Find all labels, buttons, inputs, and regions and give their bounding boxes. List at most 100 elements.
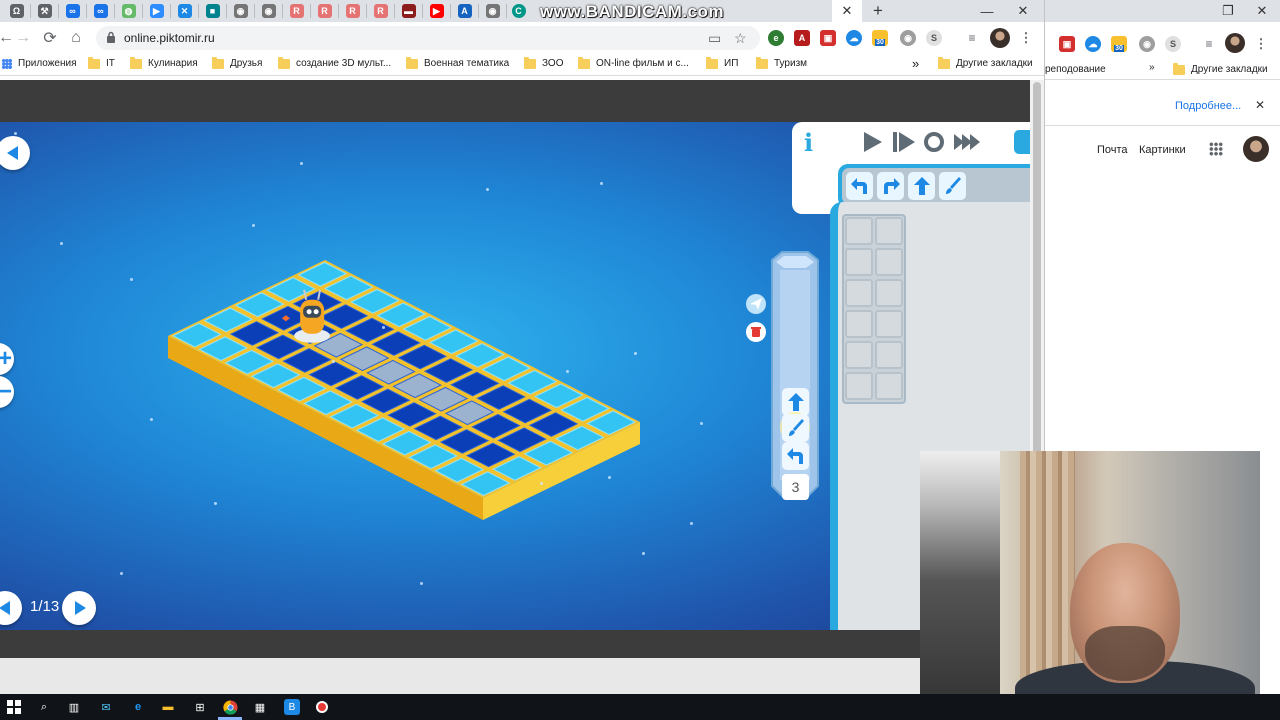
edge-icon[interactable]: e (130, 699, 146, 715)
new-tab-button[interactable]: + (868, 0, 888, 22)
program-slot[interactable] (845, 279, 873, 307)
browser-tab[interactable]: ▶ (424, 0, 449, 22)
program-slot[interactable] (875, 372, 903, 400)
b-app-icon[interactable]: B (284, 699, 300, 715)
cast-icon[interactable]: ▭ (708, 30, 721, 47)
pdf-icon[interactable]: A (794, 30, 810, 46)
loop-command-paint[interactable] (782, 414, 809, 442)
browser-tab[interactable]: ▶ (144, 0, 169, 22)
task-view-icon[interactable]: ▥ (66, 699, 82, 715)
browser-tab[interactable]: R (312, 0, 337, 22)
bookmark-star-icon[interactable]: ☆ (734, 30, 747, 47)
apps-grid-icon[interactable] (1209, 142, 1223, 156)
chrome-icon[interactable] (222, 699, 238, 715)
avatar[interactable] (1225, 33, 1245, 53)
restore-icon[interactable]: ❐ (1211, 0, 1245, 22)
program-slot[interactable] (875, 217, 903, 245)
browser-tab[interactable]: Ω (4, 0, 29, 22)
menu-kebab-icon[interactable]: ⋮ (1018, 30, 1034, 46)
record-icon[interactable] (314, 699, 330, 715)
bookmarks-more-icon[interactable]: » (912, 56, 919, 71)
send-icon[interactable] (746, 294, 766, 314)
home-icon[interactable]: ⌂ (66, 28, 86, 48)
program-slot[interactable] (875, 310, 903, 338)
store-icon[interactable]: ⊞ (192, 699, 208, 715)
bookmarks-more-icon[interactable]: » (1149, 62, 1155, 73)
globe-ext-icon[interactable]: ◉ (1139, 36, 1155, 52)
skype-icon[interactable]: S (1165, 36, 1181, 52)
media-icon[interactable]: ≡ (964, 30, 980, 46)
calculator-icon[interactable]: ▦ (252, 699, 268, 715)
globe-ext-icon[interactable]: ◉ (900, 30, 916, 46)
media-icon[interactable]: ≡ (1201, 36, 1217, 52)
program-slot[interactable] (845, 217, 873, 245)
bookmark-item[interactable]: Кулинария (130, 56, 198, 69)
mail-icon[interactable]: ✉ (98, 699, 114, 715)
turn-right-command[interactable] (877, 172, 904, 200)
run-button[interactable] (858, 130, 886, 154)
browser-tab[interactable]: ⚒ (32, 0, 57, 22)
cloud-icon[interactable]: ☁ (1085, 36, 1101, 52)
program-slot[interactable] (845, 372, 873, 400)
next-level-button[interactable] (62, 591, 96, 625)
loop-command-turn-left[interactable] (782, 442, 809, 470)
browser-tab[interactable]: ▬ (396, 0, 421, 22)
calendar-ext-icon[interactable]: 30 (1111, 36, 1127, 52)
program-slot[interactable] (845, 248, 873, 276)
step-button[interactable] (890, 130, 918, 154)
zoom-out-button[interactable]: − (0, 376, 14, 408)
calendar-ext-icon[interactable]: 30 (872, 30, 888, 46)
browser-tab[interactable]: ◉ (228, 0, 253, 22)
menu-kebab-icon[interactable]: ⋮ (1253, 36, 1269, 52)
banner-close-icon[interactable]: ✕ (1255, 98, 1265, 112)
browser-tab[interactable]: ◍ (116, 0, 141, 22)
program-slot[interactable] (875, 341, 903, 369)
bookmark-item[interactable]: создание 3D мульт... (278, 56, 391, 69)
browser-tab[interactable]: R (368, 0, 393, 22)
stop-button[interactable] (920, 130, 948, 154)
extension-red-icon[interactable]: ▣ (1059, 36, 1075, 52)
tab-close-icon[interactable]: ✕ (842, 3, 853, 19)
more-info-link[interactable]: Подробнее... (1175, 100, 1241, 112)
cloud-icon[interactable]: ☁ (846, 30, 862, 46)
forward-icon[interactable]: → (13, 28, 33, 48)
search-icon[interactable]: ⌕ (36, 699, 52, 715)
bookmark-item[interactable]: Военная тематика (406, 56, 509, 69)
minimize-icon[interactable]: — (970, 0, 1004, 22)
move-forward-command[interactable] (908, 172, 935, 200)
fast-forward-button[interactable] (952, 130, 980, 154)
evernote-icon[interactable]: e (768, 30, 784, 46)
browser-tab[interactable]: R (340, 0, 365, 22)
settings-tab-icon[interactable] (1014, 130, 1030, 154)
bookmark-item[interactable]: ИП (706, 56, 738, 69)
bookmark-item[interactable]: IT (88, 56, 115, 69)
close-window-icon[interactable]: ✕ (1006, 0, 1040, 22)
program-slot[interactable] (845, 341, 873, 369)
turn-left-command[interactable] (846, 172, 873, 200)
info-icon[interactable]: i (804, 128, 813, 157)
reload-icon[interactable]: ⟳ (40, 28, 60, 48)
windows-start-icon[interactable] (6, 699, 22, 715)
address-bar[interactable]: online.piktomir.ru ▭ ☆ (96, 26, 760, 50)
delete-icon[interactable] (746, 322, 766, 342)
browser-tab[interactable]: ◉ (480, 0, 505, 22)
skype-icon[interactable]: S (926, 30, 942, 46)
browser-tab[interactable]: C (506, 0, 531, 22)
extension-red-icon[interactable]: ▣ (820, 30, 836, 46)
bookmark-partial[interactable]: реподование (1045, 64, 1106, 75)
close-window-icon[interactable]: ✕ (1245, 0, 1279, 22)
browser-tab[interactable]: ◉ (256, 0, 281, 22)
other-bookmarks[interactable]: Другие закладки (938, 56, 1033, 69)
avatar[interactable] (1243, 136, 1269, 162)
program-slot[interactable] (845, 310, 873, 338)
browser-tab[interactable]: ✕ (172, 0, 197, 22)
browser-tab[interactable]: ∞ (60, 0, 85, 22)
program-slot[interactable] (875, 248, 903, 276)
other-bookmarks[interactable]: Другие закладки (1173, 62, 1268, 75)
bookmark-item[interactable]: Друзья (212, 56, 262, 69)
browser-tab[interactable]: A (452, 0, 477, 22)
bookmark-item[interactable]: ON-line фильм и с... (578, 56, 689, 69)
browser-tab[interactable]: ■ (200, 0, 225, 22)
bookmark-item[interactable]: ЗОО (524, 56, 563, 69)
avatar[interactable] (990, 28, 1010, 48)
